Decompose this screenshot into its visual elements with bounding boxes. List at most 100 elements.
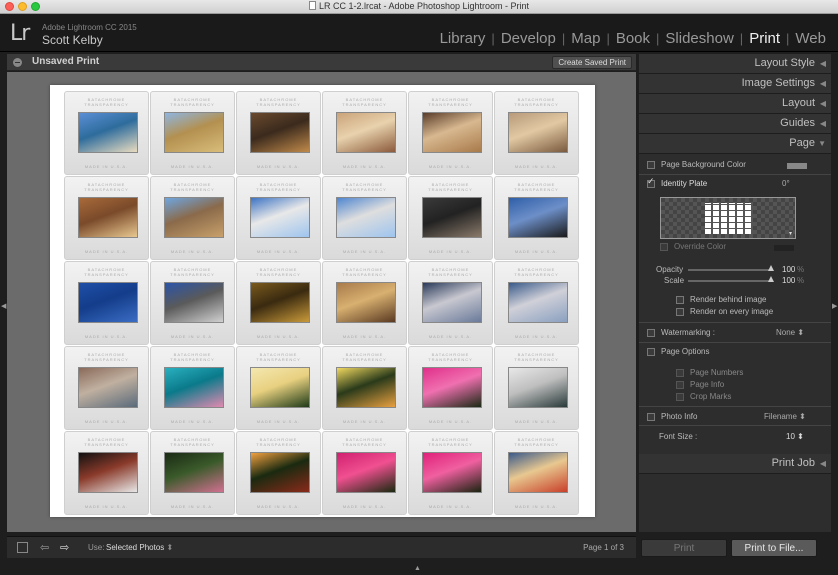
slide-mount[interactable]: BATACHROME TRANSPARENCY MADE IN U.S.A. <box>494 261 579 345</box>
slide-mount[interactable]: BATACHROME TRANSPARENCY MADE IN U.S.A. <box>322 176 407 260</box>
page-options-row[interactable]: Page Options <box>647 347 709 356</box>
photo-magenta-rose[interactable] <box>336 452 396 493</box>
slide-mount[interactable]: BATACHROME TRANSPARENCY MADE IN U.S.A. <box>408 346 493 430</box>
photo-info-select[interactable]: Filename ⬍ <box>764 412 806 421</box>
identity-plate-row[interactable]: Identity Plate <box>647 176 707 188</box>
scale-value[interactable]: 100 <box>782 276 795 285</box>
identity-plate-preview[interactable]: ▾ <box>660 197 796 239</box>
section-header-guides[interactable]: Guides ◀ <box>639 114 831 134</box>
slide-mount[interactable]: BATACHROME TRANSPARENCY MADE IN U.S.A. <box>236 431 321 515</box>
photo-window-black[interactable] <box>78 452 138 493</box>
section-header-image-settings[interactable]: Image Settings ◀ <box>639 74 831 94</box>
photo-info-checkbox[interactable] <box>647 412 655 421</box>
slide-mount[interactable]: BATACHROME TRANSPARENCY MADE IN U.S.A. <box>64 346 149 430</box>
slide-mount[interactable]: BATACHROME TRANSPARENCY MADE IN U.S.A. <box>322 431 407 515</box>
identity-rotation[interactable]: 0° <box>782 179 790 188</box>
photo-pink-rose[interactable] <box>422 367 482 408</box>
slide-mount[interactable]: BATACHROME TRANSPARENCY MADE IN U.S.A. <box>494 176 579 260</box>
photo-harbor-city[interactable] <box>508 282 568 323</box>
slide-mount[interactable]: BATACHROME TRANSPARENCY MADE IN U.S.A. <box>64 176 149 260</box>
slide-mount[interactable]: BATACHROME TRANSPARENCY MADE IN U.S.A. <box>236 261 321 345</box>
override-color-swatch[interactable] <box>774 245 794 251</box>
render-every-row[interactable]: Render on every image <box>676 307 773 316</box>
page-options-checkbox[interactable] <box>647 347 655 356</box>
scale-slider-knob[interactable] <box>768 276 774 282</box>
slide-mount[interactable]: BATACHROME TRANSPARENCY MADE IN U.S.A. <box>64 91 149 175</box>
section-header-page[interactable]: Page ▼ <box>639 134 831 154</box>
slide-mount[interactable]: BATACHROME TRANSPARENCY MADE IN U.S.A. <box>64 431 149 515</box>
slide-mount[interactable]: BATACHROME TRANSPARENCY MADE IN U.S.A. <box>408 91 493 175</box>
slide-mount[interactable]: BATACHROME TRANSPARENCY MADE IN U.S.A. <box>236 91 321 175</box>
photo-rose-bud[interactable] <box>164 452 224 493</box>
slide-mount[interactable]: BATACHROME TRANSPARENCY MADE IN U.S.A. <box>64 261 149 345</box>
filmstrip-toggle-icon[interactable]: ▲ <box>414 565 421 572</box>
crop-marks-checkbox[interactable] <box>676 392 684 401</box>
photo-street-hill[interactable] <box>78 367 138 408</box>
slide-mount[interactable]: BATACHROME TRANSPARENCY MADE IN U.S.A. <box>322 261 407 345</box>
slide-mount[interactable]: BATACHROME TRANSPARENCY MADE IN U.S.A. <box>150 91 235 175</box>
module-develop[interactable]: Develop <box>495 30 562 47</box>
photo-couple-portrait[interactable] <box>422 197 482 238</box>
module-web[interactable]: Web <box>789 30 832 47</box>
watermarking-select[interactable]: None ⬍ <box>776 328 804 337</box>
previous-page-icon[interactable]: ⇦ <box>40 541 49 554</box>
slide-mount[interactable]: BATACHROME TRANSPARENCY MADE IN U.S.A. <box>150 176 235 260</box>
use-selector[interactable]: Selected Photos ⬍ <box>106 543 173 552</box>
collapse-icon[interactable] <box>13 58 22 67</box>
module-library[interactable]: Library <box>434 30 492 47</box>
print-button[interactable]: Print <box>641 539 727 557</box>
watermarking-checkbox[interactable] <box>647 328 655 337</box>
crop-marks-row[interactable]: Crop Marks <box>676 392 731 401</box>
section-header-layout[interactable]: Layout ◀ <box>639 94 831 114</box>
module-map[interactable]: Map <box>565 30 606 47</box>
photo-marina-night[interactable] <box>422 282 482 323</box>
scale-slider[interactable] <box>688 280 771 282</box>
slide-mount[interactable]: BATACHROME TRANSPARENCY MADE IN U.S.A. <box>322 346 407 430</box>
module-print[interactable]: Print <box>743 30 786 47</box>
opacity-slider-knob[interactable] <box>768 265 774 271</box>
right-panel-toggle-icon[interactable]: ▶ <box>832 302 837 310</box>
section-header-layout-style[interactable]: Layout Style ◀ <box>639 54 831 74</box>
photo-harbor-view[interactable] <box>250 197 310 238</box>
photo-beach[interactable] <box>78 112 138 153</box>
photo-hall-interior[interactable] <box>336 112 396 153</box>
photo-casino-exterior[interactable] <box>164 197 224 238</box>
slide-mount[interactable]: BATACHROME TRANSPARENCY MADE IN U.S.A. <box>150 346 235 430</box>
photo-tower-sculpture[interactable] <box>508 197 568 238</box>
slide-mount[interactable]: BATACHROME TRANSPARENCY MADE IN U.S.A. <box>494 431 579 515</box>
slide-mount[interactable]: BATACHROME TRANSPARENCY MADE IN U.S.A. <box>408 261 493 345</box>
photo-lamp-sky[interactable] <box>78 282 138 323</box>
page-view-button[interactable] <box>17 542 28 553</box>
photo-peach-rose[interactable] <box>250 452 310 493</box>
photo-building-facade[interactable] <box>164 112 224 153</box>
photo-ornate-ceiling[interactable] <box>78 197 138 238</box>
page-info-row[interactable]: Page Info <box>676 380 724 389</box>
slide-mount[interactable]: BATACHROME TRANSPARENCY MADE IN U.S.A. <box>408 431 493 515</box>
watermarking-row[interactable]: Watermarking : <box>647 328 715 337</box>
photo-brass-detail[interactable] <box>250 282 310 323</box>
dropdown-triangle-icon[interactable]: ▾ <box>789 230 792 237</box>
identity-plate-checkbox[interactable] <box>647 176 655 188</box>
module-slideshow[interactable]: Slideshow <box>659 30 739 47</box>
slide-mount[interactable]: BATACHROME TRANSPARENCY MADE IN U.S.A. <box>494 346 579 430</box>
render-behind-checkbox[interactable] <box>676 295 684 304</box>
opacity-value[interactable]: 100 <box>782 265 795 274</box>
photo-yellow-rose-2[interactable] <box>336 367 396 408</box>
page-background-swatch[interactable] <box>787 163 807 169</box>
photo-dining-room[interactable] <box>508 112 568 153</box>
slide-mount[interactable]: BATACHROME TRANSPARENCY MADE IN U.S.A. <box>236 346 321 430</box>
photo-turquoise-wall[interactable] <box>164 367 224 408</box>
create-saved-print-button[interactable]: Create Saved Print <box>552 56 632 69</box>
photo-window-grille[interactable] <box>336 282 396 323</box>
photo-hotel-lobby[interactable] <box>250 112 310 153</box>
photo-info-row[interactable]: Photo Info <box>647 412 697 421</box>
photo-pink-rose-2[interactable] <box>422 452 482 493</box>
slide-mount[interactable]: BATACHROME TRANSPARENCY MADE IN U.S.A. <box>150 261 235 345</box>
photo-boat[interactable] <box>508 452 568 493</box>
override-color-row[interactable]: Override Color <box>660 242 726 251</box>
photo-balcony[interactable] <box>164 282 224 323</box>
photo-restaurant[interactable] <box>422 112 482 153</box>
module-book[interactable]: Book <box>610 30 656 47</box>
font-size-select[interactable]: 10 ⬍ <box>786 432 804 441</box>
photo-seaside-town[interactable] <box>336 197 396 238</box>
